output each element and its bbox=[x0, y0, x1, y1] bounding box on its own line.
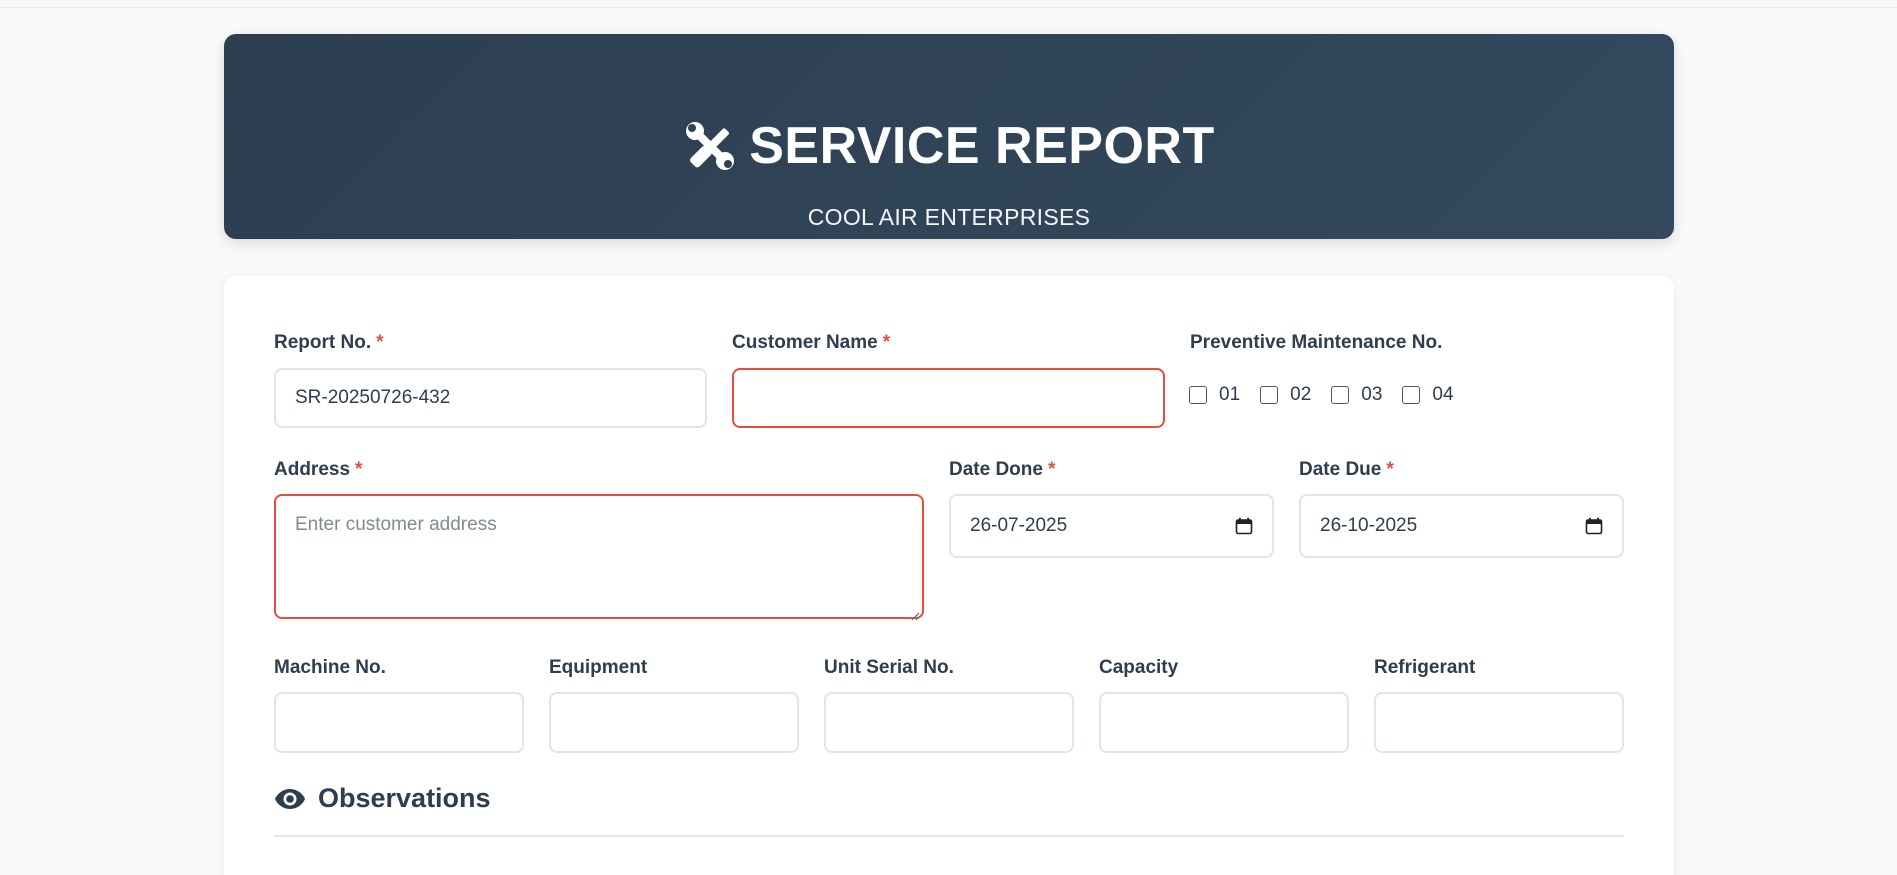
unit-serial-no-input[interactable] bbox=[824, 692, 1074, 753]
date-done-value: 26-07-2025 bbox=[970, 515, 1068, 536]
report-no-input[interactable]: SR-20250726-432 bbox=[274, 368, 707, 428]
calendar-icon[interactable] bbox=[1235, 517, 1253, 535]
pm-no-label: Preventive Maintenance No. bbox=[1190, 332, 1443, 353]
pm-no-checkbox-group: 01 02 03 04 bbox=[1189, 384, 1474, 406]
customer-name-label: Customer Name * bbox=[732, 332, 890, 354]
machine-no-label: Machine No. bbox=[274, 657, 386, 678]
checkbox[interactable] bbox=[1189, 386, 1207, 404]
date-due-label: Date Due * bbox=[1299, 459, 1394, 481]
report-no-label-text: Report No. bbox=[274, 332, 372, 353]
required-marker: * bbox=[376, 332, 384, 353]
form-card: Report No. * SR-20250726-432 Customer Nam… bbox=[224, 276, 1674, 875]
checkbox-label: 01 bbox=[1219, 384, 1241, 405]
refrigerant-label: Refrigerant bbox=[1374, 657, 1476, 678]
address-textarea[interactable]: Enter customer address bbox=[274, 494, 924, 621]
checkbox-label: 04 bbox=[1432, 384, 1454, 405]
date-due-label-text: Date Due bbox=[1299, 459, 1382, 480]
tools-icon bbox=[683, 119, 737, 173]
equipment-label: Equipment bbox=[549, 657, 648, 678]
report-header: SERVICE REPORT COOL AIR ENTERPRISES bbox=[224, 34, 1674, 239]
eye-icon bbox=[274, 786, 306, 812]
page-title: SERVICE REPORT bbox=[224, 114, 1674, 178]
date-due-input[interactable]: 26-10-2025 bbox=[1299, 494, 1624, 558]
date-done-label-text: Date Done bbox=[949, 459, 1043, 480]
date-done-input[interactable]: 26-07-2025 bbox=[949, 494, 1274, 558]
company-name: COOL AIR ENTERPRISES bbox=[807, 204, 1091, 230]
machine-no-input[interactable] bbox=[274, 692, 524, 753]
checkbox[interactable] bbox=[1402, 386, 1421, 404]
customer-name-input[interactable] bbox=[732, 368, 1165, 428]
observations-heading: Observations bbox=[274, 783, 491, 814]
customer-name-label-text: Customer Name bbox=[732, 332, 878, 353]
date-due-value: 26-10-2025 bbox=[1320, 515, 1418, 536]
checkbox[interactable] bbox=[1260, 386, 1279, 404]
equipment-input[interactable] bbox=[549, 692, 799, 753]
required-marker: * bbox=[882, 332, 891, 353]
section-divider bbox=[274, 835, 1624, 837]
capacity-label: Capacity bbox=[1099, 657, 1179, 678]
refrigerant-input[interactable] bbox=[1374, 692, 1624, 753]
required-marker: * bbox=[1386, 459, 1394, 480]
resize-handle-icon[interactable] bbox=[910, 605, 920, 621]
address-placeholder: Enter customer address bbox=[295, 514, 497, 535]
calendar-icon[interactable] bbox=[1585, 517, 1603, 535]
checkbox-label: 03 bbox=[1361, 384, 1383, 405]
top-border bbox=[0, 0, 1897, 8]
unit-serial-no-label: Unit Serial No. bbox=[824, 657, 954, 678]
address-label-text: Address bbox=[274, 459, 351, 480]
required-marker: * bbox=[355, 459, 363, 480]
observations-title: Observations bbox=[318, 783, 491, 813]
pm-option-04[interactable]: 04 bbox=[1402, 384, 1454, 406]
checkbox-label: 02 bbox=[1290, 384, 1312, 405]
report-no-label: Report No. * bbox=[274, 332, 384, 354]
pm-option-02[interactable]: 02 bbox=[1260, 384, 1311, 406]
checkbox[interactable] bbox=[1331, 386, 1350, 404]
date-done-label: Date Done * bbox=[949, 459, 1055, 481]
pm-option-03[interactable]: 03 bbox=[1331, 384, 1382, 406]
pm-option-01[interactable]: 01 bbox=[1189, 384, 1240, 406]
address-label: Address * bbox=[274, 459, 362, 481]
report-no-value: SR-20250726-432 bbox=[295, 387, 451, 408]
page-title-text: SERVICE REPORT bbox=[749, 117, 1215, 175]
capacity-input[interactable] bbox=[1099, 692, 1349, 753]
required-marker: * bbox=[1047, 459, 1056, 480]
